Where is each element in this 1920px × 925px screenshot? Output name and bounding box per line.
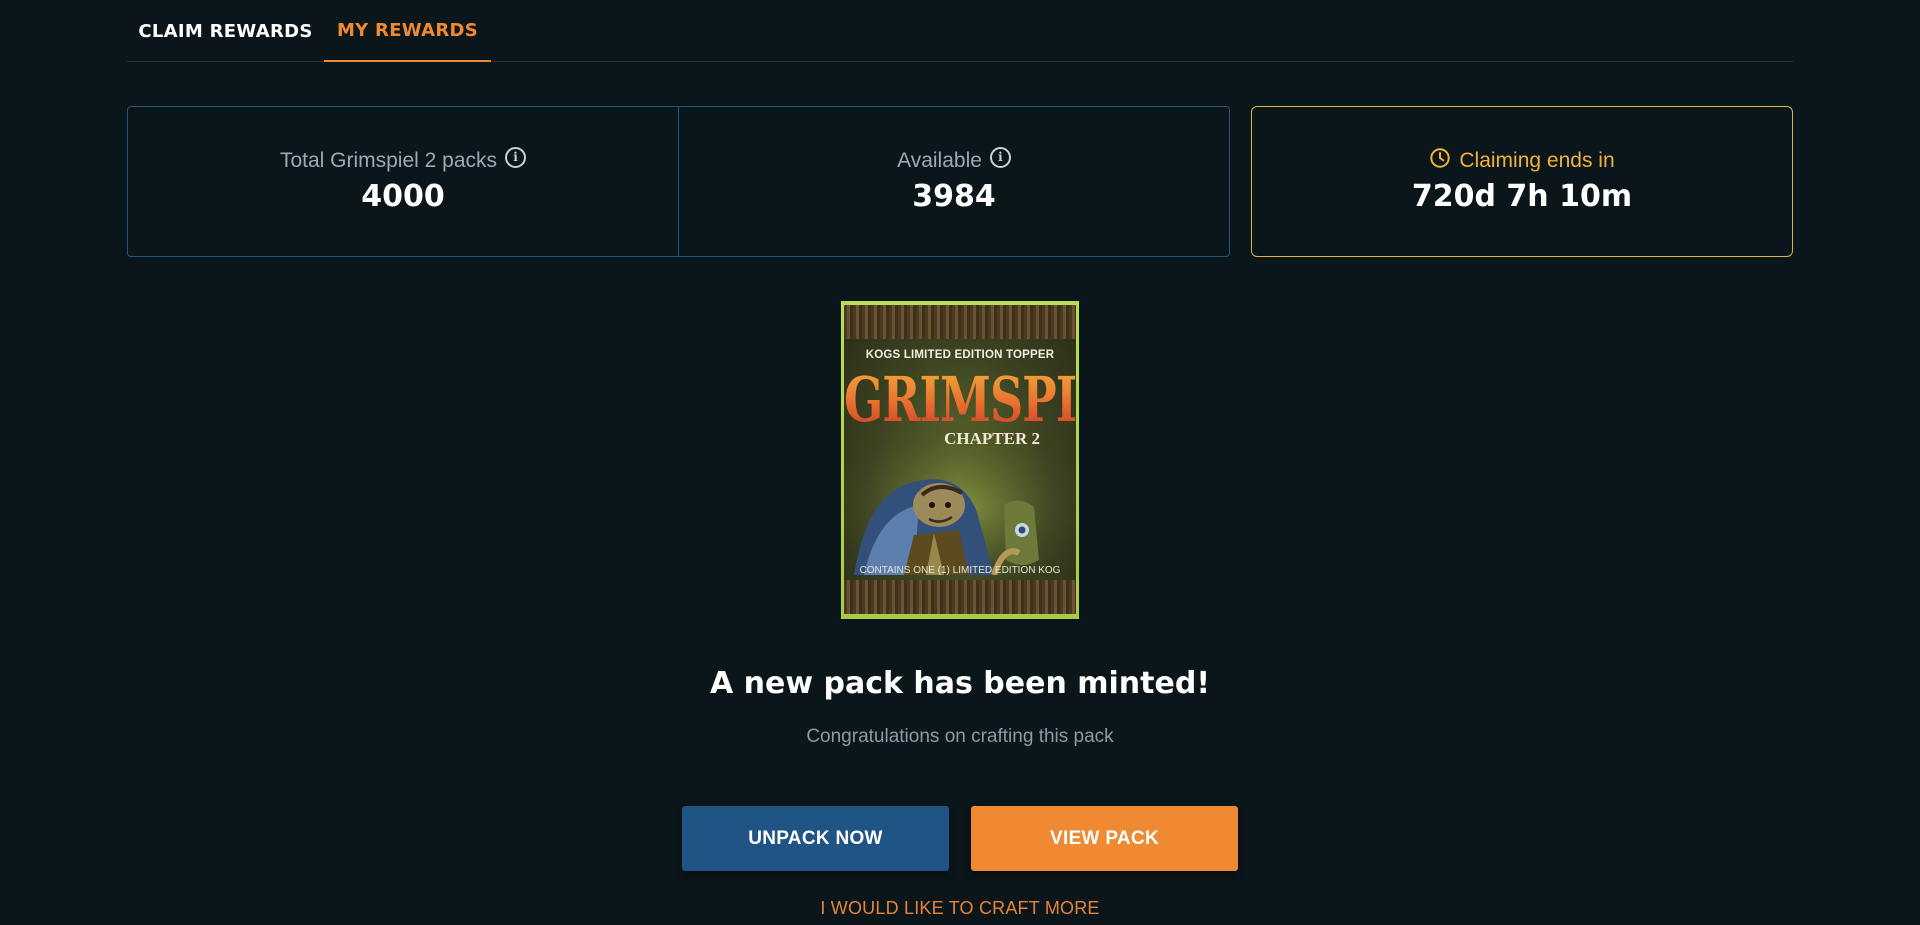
total-packs-stat: Total Grimspiel 2 packs i 4000: [128, 107, 678, 256]
pack-chapter: CHAPTER 2: [944, 429, 1040, 448]
pack-brand-text: KOGS LIMITED EDITION TOPPER: [865, 349, 1055, 361]
claiming-ends-label-row: Claiming ends in: [1429, 148, 1615, 173]
rewards-page: CLAIM REWARDS MY REWARDS Total Grimspiel…: [0, 0, 1920, 925]
minted-subline: Congratulations on crafting this pack: [806, 726, 1114, 747]
view-pack-button[interactable]: VIEW PACK: [971, 806, 1238, 871]
pack-image: KOGS LIMITED EDITION TOPPER GRIMSPIEL CH…: [841, 301, 1079, 619]
pack-title: GRIMSPIEL: [844, 363, 1076, 436]
pack-bottom-stripe: [844, 580, 1076, 614]
pack-artwork: KOGS LIMITED EDITION TOPPER GRIMSPIEL CH…: [844, 305, 1076, 614]
info-icon[interactable]: i: [505, 146, 527, 168]
claiming-ends-label: Claiming ends in: [1459, 149, 1615, 172]
available-label: Available: [897, 149, 982, 172]
tab-claim-rewards[interactable]: CLAIM REWARDS: [127, 0, 324, 62]
available-value: 3984: [912, 179, 996, 214]
pack-top-stripe: [844, 305, 1076, 339]
total-packs-value: 4000: [361, 179, 445, 214]
total-packs-label-row: Total Grimspiel 2 packs i: [279, 146, 527, 173]
info-icon[interactable]: i: [989, 146, 1011, 168]
pack-stats-panel: Total Grimspiel 2 packs i 4000 Available…: [127, 106, 1230, 257]
clock-icon: [1430, 148, 1451, 168]
claiming-ends-panel: Claiming ends in 720d 7h 10m: [1251, 106, 1793, 257]
tab-my-rewards[interactable]: MY REWARDS: [324, 0, 491, 62]
unpack-now-button[interactable]: UNPACK NOW: [682, 806, 949, 871]
tab-bar: CLAIM REWARDS MY REWARDS: [127, 0, 1793, 62]
available-packs-stat: Available i 3984: [678, 107, 1229, 256]
claiming-ends-value: 720d 7h 10m: [1411, 179, 1633, 214]
craft-more-link[interactable]: I WOULD LIKE TO CRAFT MORE: [0, 898, 1920, 919]
minted-headline: A new pack has been minted!: [709, 666, 1211, 701]
pack-contains-text: CONTAINS ONE (1) LIMITED EDITION KOG: [859, 565, 1061, 576]
available-label-row: Available i: [897, 146, 1011, 173]
total-packs-label: Total Grimspiel 2 packs: [279, 149, 498, 172]
